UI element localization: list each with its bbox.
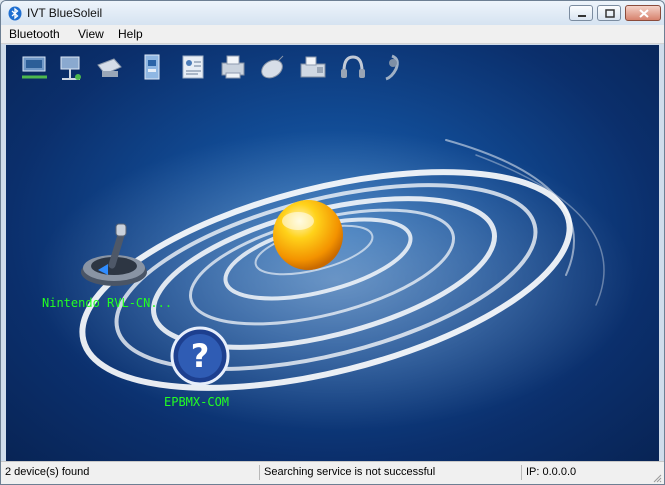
window-title: IVT BlueSoleil — [27, 6, 103, 20]
bluetooth-icon — [8, 6, 22, 21]
title-bar[interactable]: IVT BlueSoleil — [1, 1, 664, 25]
minimize-button[interactable] — [569, 5, 593, 21]
network-access-icon[interactable] — [20, 51, 50, 85]
status-devices-found: 2 device(s) found — [5, 466, 90, 478]
menu-help[interactable]: Help — [118, 27, 143, 41]
fax-printer-icon[interactable] — [218, 51, 248, 85]
headset-icon[interactable] — [376, 51, 406, 85]
menu-view[interactable]: View — [78, 27, 104, 41]
unknown-device-icon[interactable]: ? — [170, 324, 230, 386]
resize-grip-icon[interactable] — [652, 473, 662, 483]
status-message: Searching service is not successful — [259, 465, 522, 480]
pim-sync-icon[interactable] — [178, 51, 208, 85]
joystick-icon[interactable] — [78, 220, 150, 290]
maximize-icon — [605, 9, 615, 18]
headphones-icon[interactable] — [338, 51, 368, 85]
menu-bar: Bluetooth View Help — [1, 25, 664, 44]
svg-text:?: ? — [191, 337, 210, 375]
mouse-icon[interactable] — [258, 51, 288, 85]
device-label-epbmx[interactable]: EPBMX-COM — [164, 395, 229, 409]
file-transfer-icon[interactable] — [136, 51, 166, 85]
close-button[interactable] — [625, 5, 661, 21]
status-bar: 2 device(s) found Searching service is n… — [1, 461, 664, 484]
local-device-sun[interactable] — [273, 200, 343, 270]
service-toolbar — [6, 45, 659, 93]
app-window: IVT BlueSoleil Bluetooth View Help Ninte… — [0, 0, 665, 485]
minimize-icon — [578, 15, 586, 17]
printer-icon[interactable] — [94, 51, 124, 85]
status-ip: IP: 0.0.0.0 — [521, 465, 646, 480]
maximize-button[interactable] — [597, 5, 621, 21]
device-label-nintendo[interactable]: Nintendo RVL-CN... — [42, 296, 172, 310]
fax-icon[interactable] — [298, 51, 328, 85]
menu-bluetooth[interactable]: Bluetooth — [9, 27, 60, 41]
close-icon — [639, 9, 649, 18]
dial-up-icon[interactable] — [56, 51, 86, 85]
device-canvas[interactable]: Nintendo RVL-CN... ? EPBMX-COM — [6, 45, 659, 461]
